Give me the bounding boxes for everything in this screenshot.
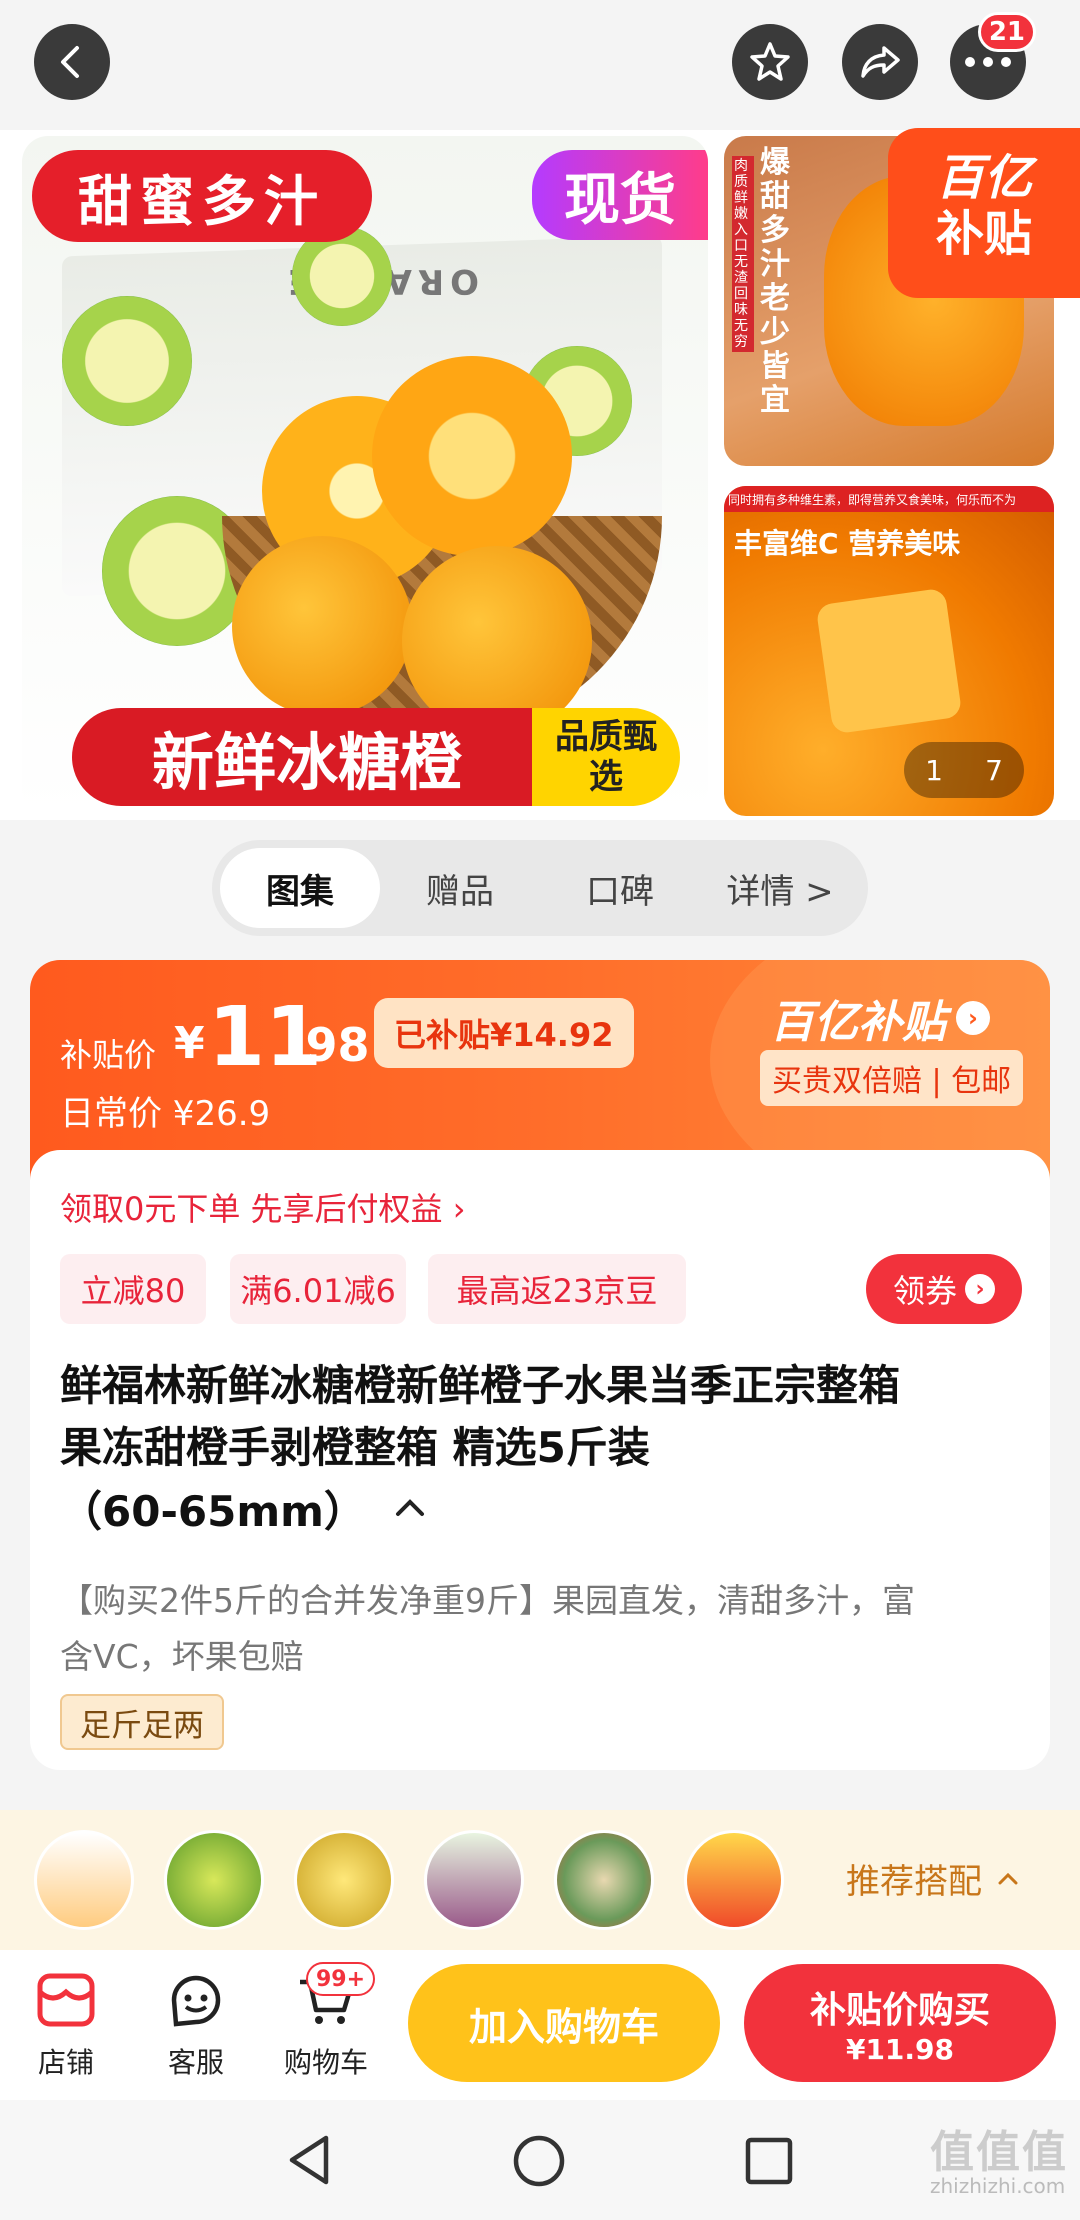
guarantee-badge: 买贵双倍赔 | 包邮	[760, 1050, 1024, 1106]
jd-beans-tag: 最高返23京豆	[428, 1254, 686, 1324]
discount-tag: 立减80	[60, 1254, 206, 1324]
service-tag: 足斤足两	[60, 1694, 224, 1750]
price-decimal: .98	[288, 1018, 370, 1072]
main-product-image[interactable]: ORANGE 甜蜜多汁 现货 新鲜冰糖橙 品质甄选	[22, 136, 708, 816]
subsidy-buy-button[interactable]: 补贴价购买 ¥11.98	[744, 1964, 1056, 2082]
cart-button[interactable]: 购物车 99+	[266, 1962, 386, 2081]
daily-price: 日常价 ¥26.9	[60, 1094, 271, 1134]
gallery-thumbnail-2[interactable]: 同时拥有多种维生素，即得营养又食美味，何乐而不为 丰富维C 营养美味 1 7	[724, 486, 1054, 816]
subsidy-brand-link[interactable]: 百亿补贴 ›	[770, 986, 990, 1050]
share-icon	[861, 46, 900, 78]
get-coupon-button[interactable]: 领券 ›	[866, 1254, 1022, 1324]
watermark-brand: 值值值	[930, 2127, 1068, 2178]
recents-square-icon[interactable]	[744, 2136, 794, 2186]
promo-tag-sweet: 甜蜜多汁	[32, 150, 372, 242]
orange-image	[372, 356, 572, 556]
home-circle-icon[interactable]	[512, 2134, 566, 2188]
chevron-right-icon: ›	[965, 1274, 995, 1304]
full-reduction-tag: 满6.01减6	[230, 1254, 406, 1324]
shop-icon	[37, 1973, 95, 2027]
product-banner: 新鲜冰糖橙	[72, 708, 542, 806]
chevron-right-icon: ›	[956, 1001, 990, 1035]
back-triangle-icon[interactable]	[284, 2132, 334, 2188]
customer-service-button[interactable]: 客服	[136, 1970, 256, 2081]
chevron-up-icon[interactable]	[392, 1496, 428, 1520]
side1-caption: 爆甜多汁 老少皆宜	[760, 145, 790, 418]
tab-gifts[interactable]: 赠品	[380, 848, 540, 928]
cart-label: 购物车	[283, 2046, 368, 2079]
chevron-left-icon	[61, 46, 79, 78]
lime-slice-image	[62, 296, 192, 426]
product-title-line-1: 鲜福林新鲜冰糖橙新鲜橙子水果当季正宗整箱	[60, 1361, 901, 1410]
in-stock-tag: 现货	[532, 150, 708, 240]
product-description-line-2: 含VC，坏果包赔	[60, 1637, 304, 1676]
product-description-line-1: 【购买2件5斤的合并发净重9斤】果园直发，清甜多汁，富	[60, 1581, 915, 1620]
buy-button-price: ¥11.98	[845, 2032, 955, 2066]
star-icon	[750, 42, 790, 81]
side2-top-text: 同时拥有多种维生素，即得营养又食美味，何乐而不为	[724, 486, 1054, 512]
shop-button[interactable]: 店铺	[6, 1970, 126, 2081]
recommend-thumb[interactable]	[294, 1830, 394, 1930]
orange-cube-image	[815, 587, 963, 735]
cart-count-badge: 99+	[306, 1962, 376, 1996]
subsidy-price-label: 补贴价	[60, 1036, 157, 1074]
system-navigation-bar: 值值值 zhizhizhi.com	[0, 2100, 1080, 2220]
orange-image	[232, 536, 412, 716]
tab-reviews[interactable]: 口碑	[540, 848, 700, 928]
side2-caption: 丰富维C 营养美味	[734, 527, 961, 560]
product-info-card: 领取0元下单 先享后付权益 › 立减80 满6.01减6 最高返23京豆 领券 …	[30, 1150, 1050, 1770]
content-tabs: 图集 赠品 口碑 详情 >	[212, 840, 868, 936]
back-button[interactable]	[34, 24, 110, 100]
recommend-label[interactable]: 推荐搭配	[846, 1854, 1020, 1903]
tab-details[interactable]: 详情 >	[700, 848, 860, 928]
add-to-cart-button[interactable]: 加入购物车	[408, 1964, 720, 2082]
product-gallery[interactable]: ORANGE 甜蜜多汁 现货 新鲜冰糖橙 品质甄选 爆甜多汁 老少皆宜 肉质鲜嫩…	[0, 128, 1080, 820]
subsidy-logo: 百亿 补贴	[888, 128, 1080, 298]
more-button[interactable]: 21	[950, 12, 1036, 100]
pager-current: 1	[925, 753, 943, 787]
gallery-pager: 1 7	[904, 742, 1024, 798]
pager-total: 7	[985, 753, 1003, 787]
more-dots-icon	[965, 57, 1011, 67]
side1-small-caption: 肉质鲜嫩入口无渣 回味无穷	[732, 156, 754, 352]
product-title-line-3: （60-65mm）	[60, 1487, 366, 1536]
price-currency: ¥	[174, 1018, 205, 1069]
recommend-thumb[interactable]	[34, 1830, 134, 1930]
customer-service-label: 客服	[167, 2046, 224, 2079]
bottom-action-bar: 店铺 客服 购物车 99+ 加入购物车 补贴价购买 ¥11.98	[0, 1950, 1080, 2100]
subsidized-amount-chip: 已补贴¥14.92	[374, 998, 634, 1068]
share-button[interactable]	[842, 24, 918, 100]
message-count-badge: 21	[977, 12, 1036, 52]
recommend-thumb[interactable]	[684, 1830, 784, 1930]
recommend-thumb[interactable]	[424, 1830, 524, 1930]
favorite-button[interactable]	[732, 24, 808, 100]
shop-label: 店铺	[37, 2046, 94, 2079]
recommend-thumb[interactable]	[554, 1830, 654, 1930]
chevron-up-icon	[998, 1872, 1018, 1884]
chat-face-icon	[171, 1975, 221, 2027]
pay-later-link[interactable]: 领取0元下单 先享后付权益 ›	[60, 1184, 466, 1230]
tab-gallery[interactable]: 图集	[220, 848, 380, 928]
buy-button-label: 补贴价购买	[809, 1989, 990, 2031]
recommend-bundle-strip[interactable]: 推荐搭配	[0, 1810, 1080, 1950]
subsidy-brand: 百亿补贴	[770, 997, 946, 1048]
quality-tag: 品质甄选	[532, 708, 680, 806]
recommend-thumb[interactable]	[164, 1830, 264, 1930]
product-title-line-2: 果冻甜橙手剥橙整箱 精选5斤装	[60, 1423, 650, 1472]
watermark-url: zhizhizhi.com	[930, 2174, 1066, 2198]
